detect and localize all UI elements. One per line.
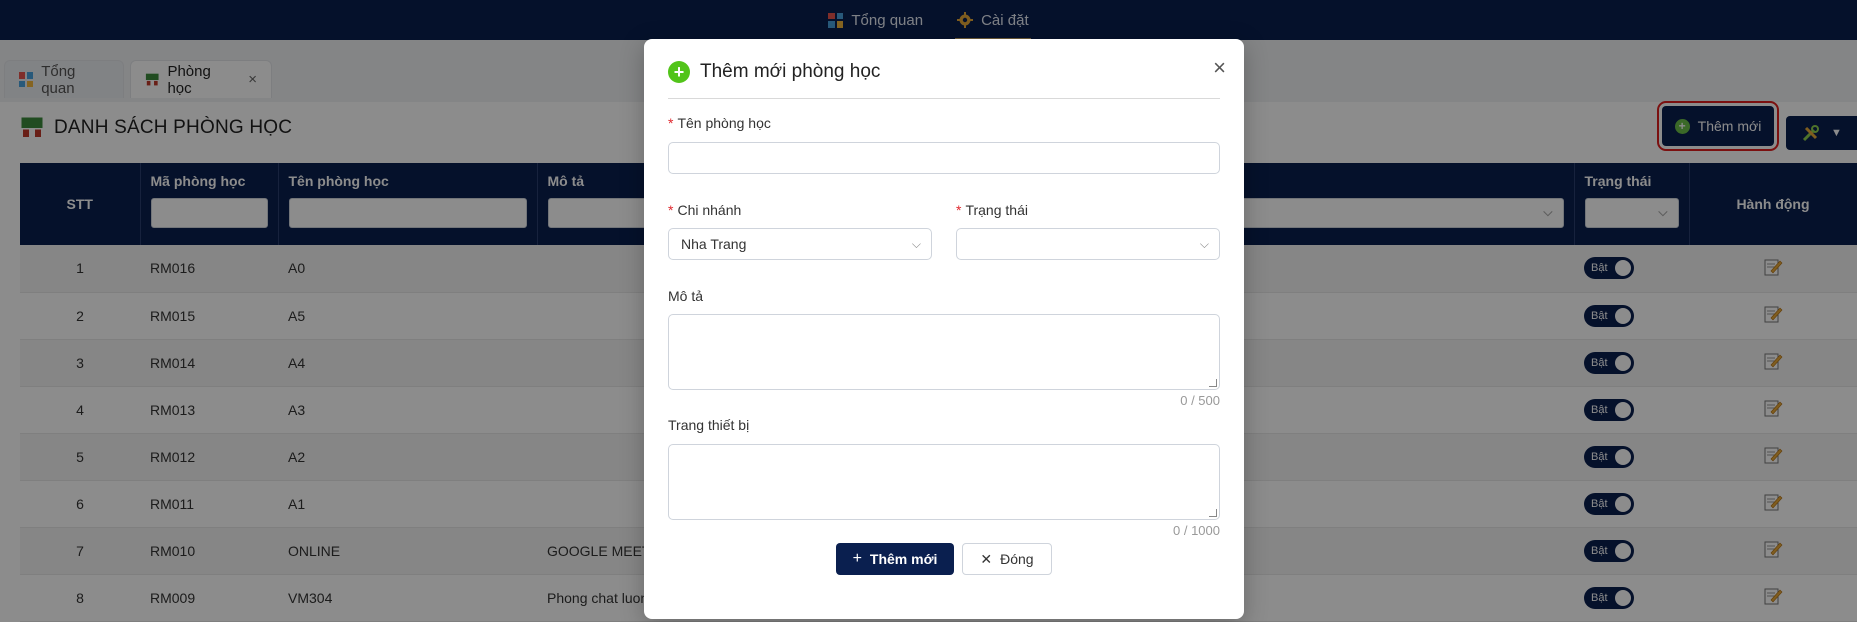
equipment-textarea[interactable]: [668, 444, 1220, 520]
submit-button-label: Thêm mới: [869, 551, 938, 567]
room-name-input[interactable]: [668, 142, 1220, 174]
close-icon: ✕: [980, 550, 993, 567]
divider: [668, 98, 1220, 99]
description-textarea[interactable]: [668, 314, 1220, 390]
resize-handle-icon[interactable]: [1209, 509, 1217, 517]
chevron-down-icon: ⌵: [911, 237, 921, 251]
status-select[interactable]: ⌵: [956, 228, 1220, 260]
status-label: * Trạng thái: [956, 202, 1028, 218]
equipment-label: Trang thiết bị: [668, 417, 750, 433]
close-modal-button[interactable]: ✕ Đóng: [962, 543, 1052, 575]
room-name-label: * Tên phòng học: [668, 115, 771, 131]
branch-label: * Chi nhánh: [668, 202, 742, 218]
submit-add-button[interactable]: + Thêm mới: [836, 543, 954, 575]
description-char-counter: 0 / 500: [1180, 393, 1220, 408]
close-icon[interactable]: ×: [1213, 55, 1226, 81]
branch-select-value: Nha Trang: [681, 236, 747, 252]
add-classroom-modal: + Thêm mới phòng học × * Tên phòng học * C…: [644, 39, 1244, 619]
resize-handle-icon[interactable]: [1209, 379, 1217, 387]
plus-icon: +: [852, 550, 862, 567]
modal-header: + Thêm mới phòng học: [668, 61, 880, 83]
description-label: Mô tả: [668, 288, 704, 304]
equipment-char-counter: 0 / 1000: [1173, 523, 1220, 538]
plus-circle-icon: +: [668, 61, 690, 83]
modal-title: Thêm mới phòng học: [700, 61, 881, 82]
close-button-label: Đóng: [1000, 551, 1034, 567]
chevron-down-icon: ⌵: [1199, 237, 1209, 251]
branch-select[interactable]: Nha Trang ⌵: [668, 228, 932, 260]
